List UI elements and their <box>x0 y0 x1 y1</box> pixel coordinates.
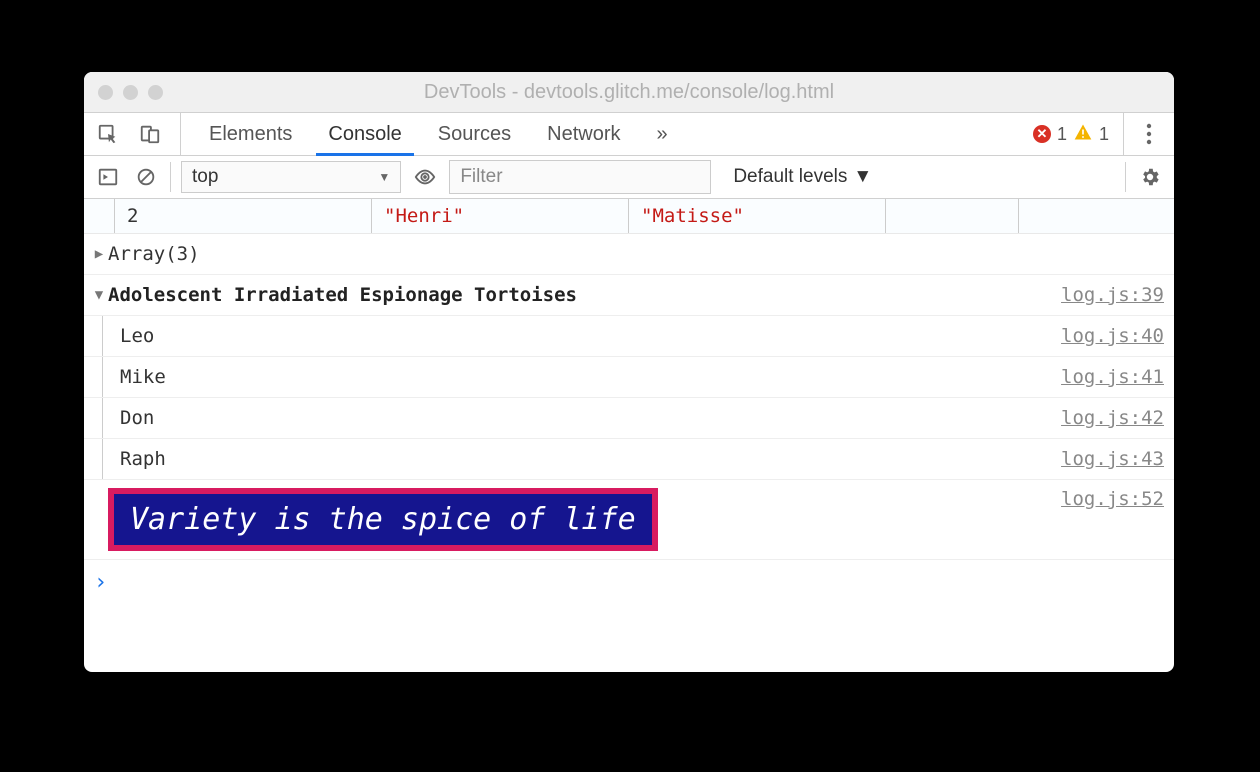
tabstrip-tools <box>94 113 181 155</box>
console-group-header[interactable]: ▼ Adolescent Irradiated Espionage Tortoi… <box>84 275 1174 316</box>
source-link[interactable]: log.js:43 <box>1061 448 1164 470</box>
source-link[interactable]: log.js:41 <box>1061 366 1164 388</box>
source-link[interactable]: log.js:40 <box>1061 325 1164 347</box>
device-toolbar-icon[interactable] <box>136 120 164 148</box>
console-prompt[interactable]: › <box>84 560 1174 605</box>
console-log-styled[interactable]: Variety is the spice of life log.js:52 <box>84 480 1174 560</box>
live-expression-icon[interactable] <box>411 163 439 191</box>
execution-context-select[interactable]: top ▼ <box>181 161 401 193</box>
log-text: Raph <box>120 448 1061 470</box>
minimize-window-button[interactable] <box>123 85 138 100</box>
source-link[interactable]: log.js:39 <box>1061 284 1164 306</box>
console-output: 2 "Henri" "Matisse" ▶ Array(3) ▼ Adolesc… <box>84 199 1174 672</box>
tab-sources[interactable]: Sources <box>420 113 529 155</box>
console-log-line[interactable]: Mike log.js:41 <box>84 357 1174 398</box>
console-log-array[interactable]: ▶ Array(3) <box>84 234 1174 275</box>
styled-log-text: Variety is the spice of life <box>108 488 658 551</box>
styled-log-wrapper: Variety is the spice of life <box>108 488 1061 551</box>
log-text: Mike <box>120 366 1061 388</box>
console-log-line[interactable]: Raph log.js:43 <box>84 439 1174 480</box>
execution-context-label: top <box>192 166 218 188</box>
toggle-console-sidebar-icon[interactable] <box>94 163 122 191</box>
warning-icon <box>1073 122 1093 147</box>
prompt-chevron-icon: › <box>94 570 107 595</box>
tabs-overflow[interactable]: » <box>639 113 686 155</box>
log-levels-select[interactable]: Default levels ▼ <box>733 166 872 188</box>
disclosure-triangle-icon[interactable]: ▶ <box>90 246 108 262</box>
disclosure-triangle-icon[interactable]: ▼ <box>90 287 108 303</box>
log-text: Leo <box>120 325 1061 347</box>
warning-count: 1 <box>1099 124 1109 145</box>
chevron-down-icon: ▼ <box>378 170 390 184</box>
table-cell: "Henri" <box>372 199 629 233</box>
issue-badges[interactable]: ✕ 1 1 <box>1033 113 1124 155</box>
table-row[interactable]: 2 "Henri" "Matisse" <box>84 199 1174 234</box>
log-text: Don <box>120 407 1061 429</box>
filter-input[interactable] <box>449 160 711 194</box>
close-window-button[interactable] <box>98 85 113 100</box>
console-settings-icon[interactable] <box>1136 163 1164 191</box>
array-summary: Array(3) <box>108 243 1164 265</box>
traffic-lights <box>98 85 163 100</box>
group-title: Adolescent Irradiated Espionage Tortoise… <box>108 284 1061 306</box>
clear-console-icon[interactable] <box>132 163 160 191</box>
tab-elements[interactable]: Elements <box>191 113 310 155</box>
table-cell-index: 2 <box>114 199 372 233</box>
console-log-line[interactable]: Don log.js:42 <box>84 398 1174 439</box>
log-levels-label: Default levels <box>733 166 847 188</box>
panel-tabstrip: Elements Console Sources Network » ✕ 1 1 <box>84 113 1174 156</box>
more-options-icon[interactable] <box>1134 113 1164 155</box>
source-link[interactable]: log.js:42 <box>1061 407 1164 429</box>
window-title: DevTools - devtools.glitch.me/console/lo… <box>84 81 1174 104</box>
maximize-window-button[interactable] <box>148 85 163 100</box>
error-icon: ✕ <box>1033 125 1051 143</box>
source-link[interactable]: log.js:52 <box>1061 488 1164 510</box>
tab-console[interactable]: Console <box>310 113 419 155</box>
console-toolbar: top ▼ Default levels ▼ <box>84 156 1174 199</box>
inspect-element-icon[interactable] <box>94 120 122 148</box>
table-cell: "Matisse" <box>629 199 886 233</box>
titlebar: DevTools - devtools.glitch.me/console/lo… <box>84 72 1174 113</box>
table-cell-empty <box>886 199 1019 233</box>
console-log-line[interactable]: Leo log.js:40 <box>84 316 1174 357</box>
tab-network[interactable]: Network <box>529 113 638 155</box>
error-count: 1 <box>1057 124 1067 145</box>
devtools-window: DevTools - devtools.glitch.me/console/lo… <box>84 72 1174 672</box>
chevron-down-icon: ▼ <box>853 166 872 188</box>
